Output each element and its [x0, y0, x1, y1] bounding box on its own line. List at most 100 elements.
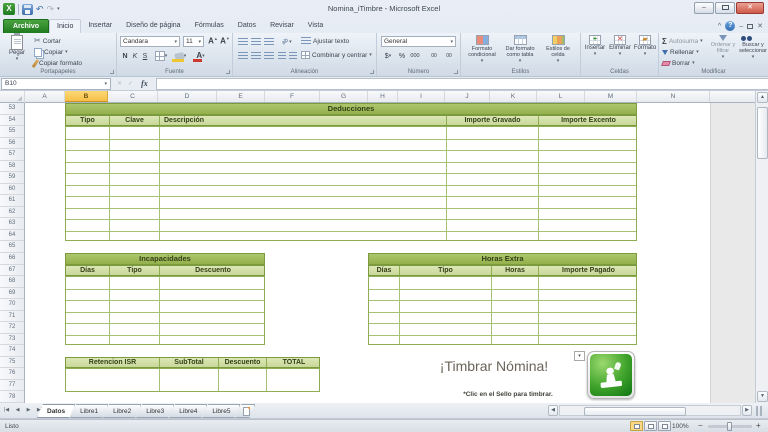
row-header-68[interactable]: 68 [0, 276, 24, 288]
first-sheet-button[interactable]: |◀ [2, 405, 11, 416]
page-break-view-button[interactable] [658, 421, 671, 431]
ribbon-tab-insertar[interactable]: Insertar [81, 19, 119, 33]
row-header-71[interactable]: 71 [0, 311, 24, 323]
timbrar-stamp-button[interactable] [587, 351, 635, 399]
scroll-left-button[interactable]: ◀ [548, 405, 558, 416]
align-middle-button[interactable] [250, 36, 262, 48]
redo-icon[interactable]: ↷ [47, 4, 55, 15]
align-center-button[interactable] [250, 50, 262, 62]
orientation-button[interactable]: ab▾ [279, 36, 295, 48]
fill-color-button[interactable]: ▾ [172, 50, 189, 62]
tab-split-handle[interactable] [756, 406, 762, 416]
workbook-close-icon[interactable]: ✕ [757, 22, 763, 30]
file-tab[interactable]: Archivo [3, 19, 49, 33]
prev-sheet-button[interactable]: ◀ [13, 405, 22, 416]
clear-button[interactable]: Borrar▾ [662, 58, 695, 68]
name-box[interactable]: B10 ▾ [1, 78, 111, 90]
ribbon-tab-formulas[interactable]: Fórmulas [188, 19, 231, 33]
row-header-66[interactable]: 66 [0, 253, 24, 265]
number-format-select[interactable]: General▾ [381, 36, 456, 47]
column-header-F[interactable]: F [265, 91, 320, 102]
row-header-72[interactable]: 72 [0, 322, 24, 334]
percent-button[interactable]: % [397, 50, 407, 62]
insert-function-icon[interactable]: fx [141, 79, 148, 88]
row-header-59[interactable]: 59 [0, 172, 24, 184]
scroll-up-button[interactable]: ▲ [757, 92, 768, 103]
decrease-indent-button[interactable] [277, 50, 287, 62]
column-header-L[interactable]: L [537, 91, 585, 102]
row-header-69[interactable]: 69 [0, 288, 24, 300]
sheet-tab-libre3[interactable]: Libre3 [136, 404, 174, 418]
column-header-A[interactable]: A [25, 91, 65, 102]
cell-styles-button[interactable]: Estilos de celda▾ [540, 35, 576, 69]
row-header-76[interactable]: 76 [0, 368, 24, 380]
decrease-decimal-button[interactable]: 00 [442, 50, 456, 62]
paste-button[interactable]: Pegar ▾ [3, 35, 31, 69]
maximize-button[interactable] [715, 2, 735, 14]
zoom-out-button[interactable]: − [698, 422, 703, 430]
dialog-launcher-icon[interactable] [454, 70, 458, 74]
row-header-56[interactable]: 56 [0, 138, 24, 150]
zoom-in-button[interactable]: + [756, 422, 761, 430]
grow-font-button[interactable]: A▲ [207, 35, 219, 47]
vertical-scroll-thumb[interactable] [757, 107, 768, 159]
column-header-N[interactable]: N [637, 91, 710, 102]
ribbon-tab-inicio[interactable]: Inicio [49, 19, 81, 33]
horizontal-scroll-thumb[interactable] [584, 407, 686, 416]
row-header-64[interactable]: 64 [0, 230, 24, 242]
zoom-slider-thumb[interactable] [727, 422, 732, 431]
merge-center-button[interactable]: Combinar y centrar▾ [301, 50, 372, 60]
underline-button[interactable]: S [140, 50, 150, 62]
conditional-formatting-button[interactable]: Formato condicional▾ [464, 35, 500, 69]
formula-input[interactable] [156, 78, 768, 90]
align-top-button[interactable] [237, 36, 249, 48]
increase-indent-button[interactable] [288, 50, 298, 62]
scroll-down-button[interactable]: ▼ [757, 391, 768, 402]
sheet-tab-libre5[interactable]: Libre5 [202, 404, 240, 418]
ribbon-tab-datos[interactable]: Datos [231, 19, 263, 33]
column-header-M[interactable]: M [585, 91, 637, 102]
font-size-select[interactable]: 11▾ [183, 36, 204, 47]
autosum-button[interactable]: Σ Autosuma▾ [662, 36, 703, 46]
qat-dropdown-icon[interactable]: ▾ [57, 6, 60, 12]
ribbon-tab-diseno-de-pagina[interactable]: Diseño de página [119, 19, 188, 33]
sheet-tab-libre4[interactable]: Libre4 [169, 404, 207, 418]
column-header-G[interactable]: G [320, 91, 368, 102]
row-header-63[interactable]: 63 [0, 218, 24, 230]
page-layout-view-button[interactable] [644, 421, 657, 431]
sort-filter-button[interactable]: Ordenar y filtrar▾ [709, 35, 737, 69]
row-header-74[interactable]: 74 [0, 345, 24, 357]
column-header-D[interactable]: D [158, 91, 217, 102]
fill-button[interactable]: Rellenar▾ [662, 47, 699, 57]
dialog-launcher-icon[interactable] [370, 70, 374, 74]
zoom-level[interactable]: 100% [672, 423, 696, 430]
totales-body[interactable] [65, 368, 320, 391]
row-header-73[interactable]: 73 [0, 334, 24, 346]
row-header-65[interactable]: 65 [0, 241, 24, 253]
align-bottom-button[interactable] [263, 36, 275, 48]
copy-button[interactable]: Copiar ▾ [34, 47, 68, 57]
workbook-restore-icon[interactable] [747, 24, 753, 29]
insert-cells-button[interactable]: + Insertar▾ [583, 35, 607, 69]
column-header-K[interactable]: K [490, 91, 537, 102]
row-header-61[interactable]: 61 [0, 195, 24, 207]
row-header-54[interactable]: 54 [0, 115, 24, 127]
format-as-table-button[interactable]: Dar formato como tabla▾ [502, 35, 538, 69]
incapacidades-body[interactable] [65, 276, 265, 345]
font-color-button[interactable]: A▾ [193, 50, 208, 62]
zoom-slider-track[interactable] [708, 425, 752, 428]
row-header-53[interactable]: 53 [0, 103, 24, 115]
find-select-button[interactable]: Buscar y seleccionar▾ [739, 35, 767, 69]
horas_extra-body[interactable] [368, 276, 637, 345]
row-header-78[interactable]: 78 [0, 392, 24, 404]
close-button[interactable]: ✕ [736, 2, 764, 14]
row-header-57[interactable]: 57 [0, 149, 24, 161]
column-header-I[interactable]: I [398, 91, 445, 102]
cut-button[interactable]: ✂ Cortar [34, 36, 61, 46]
wrap-text-button[interactable]: Ajustar texto [301, 36, 349, 46]
delete-cells-button[interactable]: ✕ Eliminar▾ [608, 35, 632, 69]
normal-view-button[interactable] [630, 421, 643, 431]
workbook-minimize-icon[interactable]: – [739, 23, 743, 30]
ribbon-tab-vista[interactable]: Vista [301, 19, 330, 33]
save-icon[interactable] [22, 4, 33, 15]
